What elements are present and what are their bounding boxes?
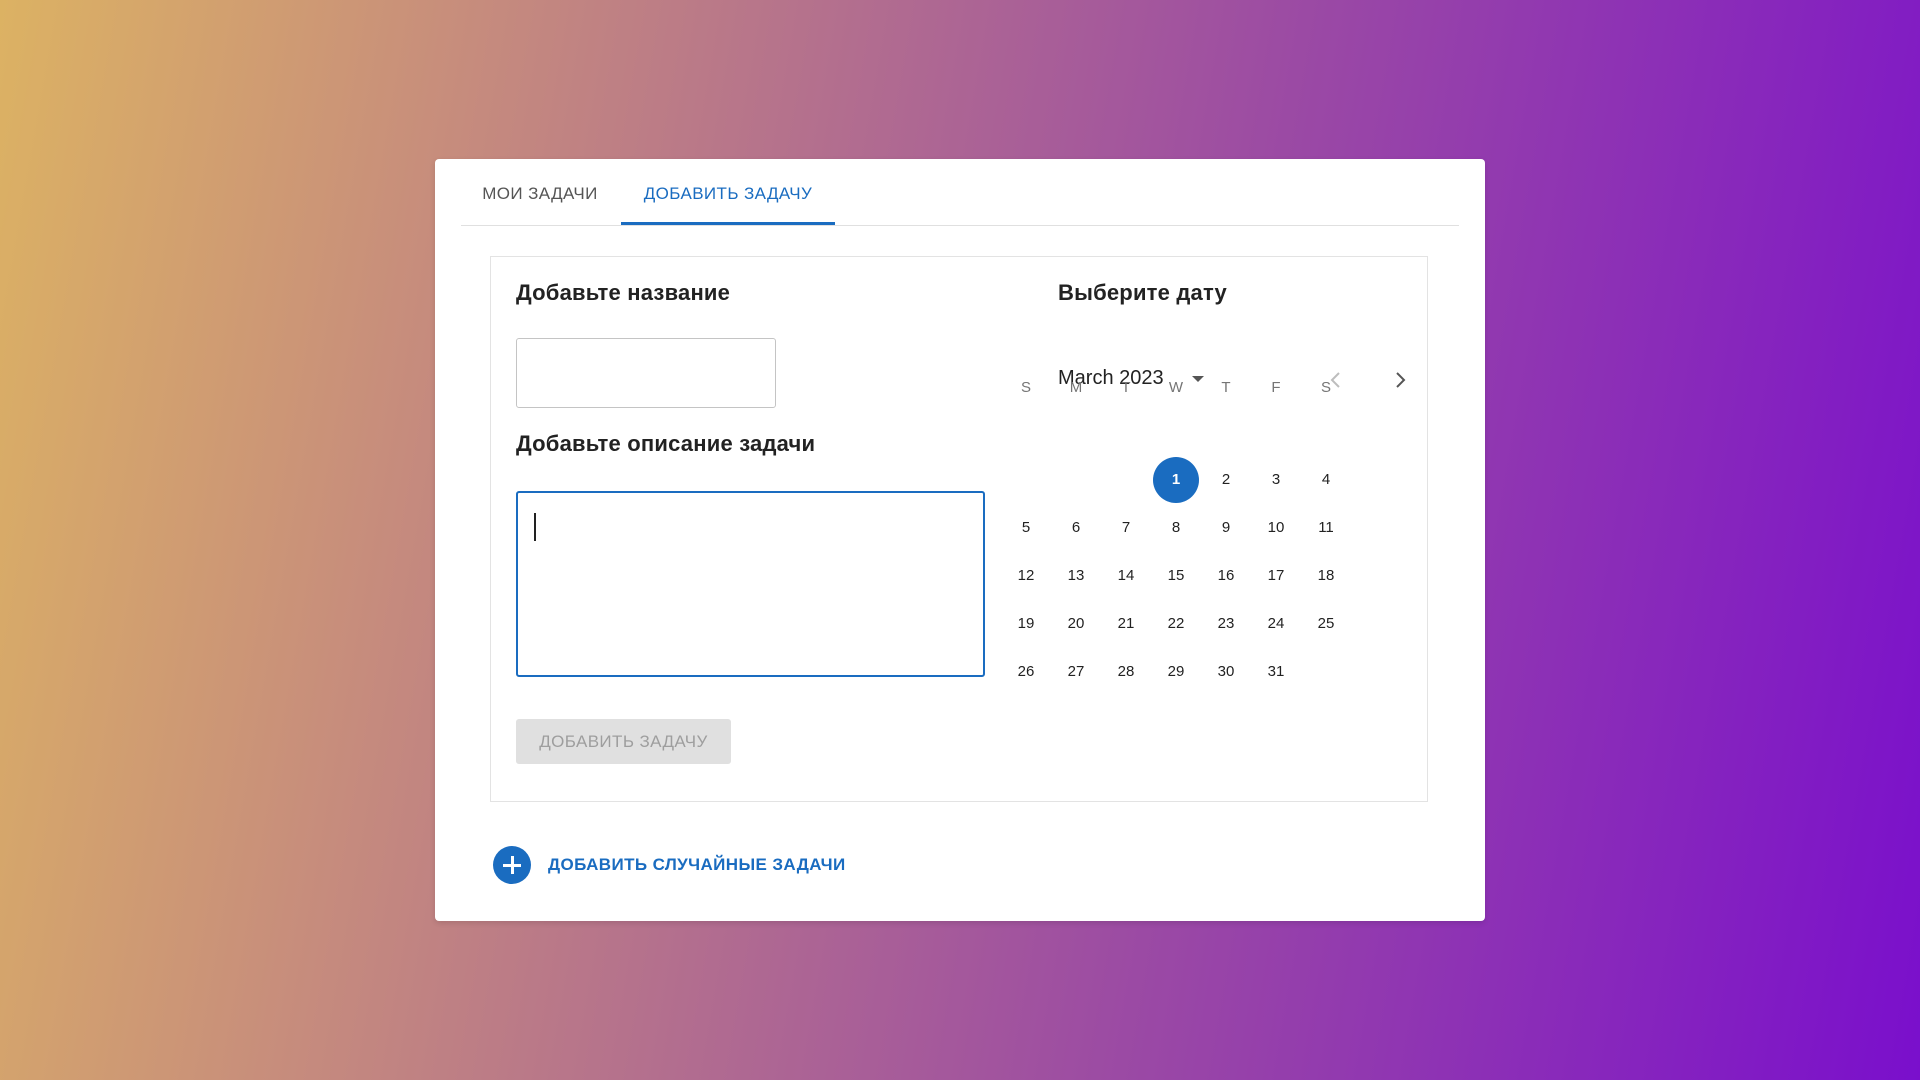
text-caret xyxy=(534,513,536,541)
plus-circle-icon[interactable] xyxy=(493,846,531,884)
calendar-day[interactable]: 29 xyxy=(1153,649,1199,695)
calendar-day[interactable]: 26 xyxy=(1003,649,1049,695)
calendar-day[interactable]: 28 xyxy=(1103,649,1149,695)
calendar-day[interactable]: 10 xyxy=(1253,505,1299,551)
description-label: Добавьте описание задачи xyxy=(516,431,816,456)
weekday-header: F xyxy=(1271,379,1281,396)
weekday-header: T xyxy=(1221,379,1231,396)
calendar-day[interactable]: 24 xyxy=(1253,601,1299,647)
calendar-day[interactable]: 17 xyxy=(1253,553,1299,599)
chevron-right-icon[interactable] xyxy=(1385,365,1415,395)
weekday-header: S xyxy=(1320,379,1331,396)
calendar-day[interactable]: 11 xyxy=(1303,505,1349,551)
calendar-day[interactable]: 2 xyxy=(1203,457,1249,503)
calendar-day[interactable]: 31 xyxy=(1253,649,1299,695)
calendar-day[interactable]: 12 xyxy=(1003,553,1049,599)
calendar-day[interactable]: 7 xyxy=(1103,505,1149,551)
weekday-header: S xyxy=(1020,379,1031,396)
calendar-day[interactable]: 15 xyxy=(1153,553,1199,599)
calendar-day[interactable]: 20 xyxy=(1053,601,1099,647)
tab-my-tasks[interactable]: МОИ ЗАДАЧИ xyxy=(461,159,619,225)
calendar-day[interactable]: 21 xyxy=(1103,601,1149,647)
calendar-day[interactable]: 30 xyxy=(1203,649,1249,695)
date-label: Выберите дату xyxy=(1058,280,1227,305)
calendar-day[interactable]: 14 xyxy=(1103,553,1149,599)
active-tab-indicator xyxy=(621,222,835,225)
title-input[interactable] xyxy=(516,338,776,408)
calendar-day[interactable]: 4 xyxy=(1303,457,1349,503)
calendar-day[interactable]: 22 xyxy=(1153,601,1199,647)
weekday-header: W xyxy=(1168,379,1184,396)
title-label: Добавьте название xyxy=(516,280,731,305)
add-random-tasks-label[interactable]: ДОБАВИТЬ СЛУЧАЙНЫЕ ЗАДАЧИ xyxy=(548,855,846,875)
calendar-day[interactable]: 3 xyxy=(1253,457,1299,503)
weekday-header: M xyxy=(1069,379,1083,396)
calendar-day[interactable]: 18 xyxy=(1303,553,1349,599)
calendar-day[interactable]: 5 xyxy=(1003,505,1049,551)
calendar-day-selected[interactable]: 1 xyxy=(1153,457,1199,503)
weekday-header: T xyxy=(1121,379,1131,396)
calendar-day[interactable]: 23 xyxy=(1203,601,1249,647)
calendar-day[interactable]: 13 xyxy=(1053,553,1099,599)
calendar-day[interactable]: 8 xyxy=(1153,505,1199,551)
calendar-day[interactable]: 6 xyxy=(1053,505,1099,551)
calendar-day[interactable]: 9 xyxy=(1203,505,1249,551)
tab-bar: МОИ ЗАДАЧИ ДОБАВИТЬ ЗАДАЧУ xyxy=(461,159,1459,226)
calendar-day[interactable]: 25 xyxy=(1303,601,1349,647)
calendar-day[interactable]: 16 xyxy=(1203,553,1249,599)
task-card: МОИ ЗАДАЧИ ДОБАВИТЬ ЗАДАЧУ Добавьте назв… xyxy=(435,159,1485,921)
add-task-button[interactable]: ДОБАВИТЬ ЗАДАЧУ xyxy=(516,719,731,764)
calendar-day[interactable]: 27 xyxy=(1053,649,1099,695)
description-textarea[interactable] xyxy=(516,491,985,677)
tab-add-task[interactable]: ДОБАВИТЬ ЗАДАЧУ xyxy=(621,159,835,225)
calendar-day[interactable]: 19 xyxy=(1003,601,1049,647)
